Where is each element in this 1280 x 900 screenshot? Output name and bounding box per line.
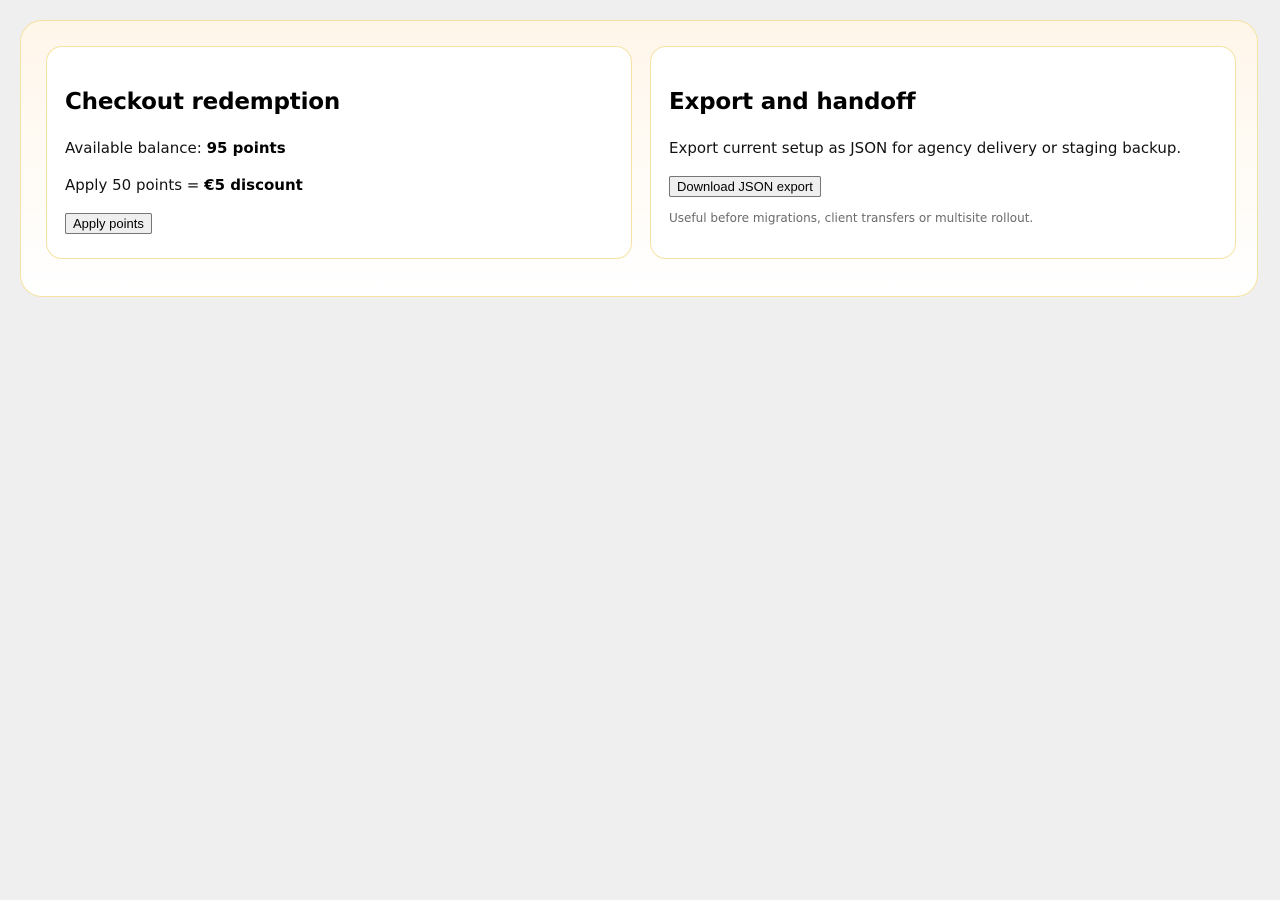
panel-container: Checkout redemption Available balance: 9… [20,20,1258,297]
apply-points-button[interactable]: Apply points [65,213,152,234]
available-balance-label: Available balance: [65,139,202,157]
available-balance-value: 95 points [206,139,286,157]
checkout-redemption-title: Checkout redemption [65,89,341,115]
discount-value: €5 discount [204,176,303,194]
available-balance-row: Available balance: 95 points [65,138,286,158]
export-handoff-title: Export and handoff [669,89,916,115]
export-description: Export current setup as JSON for agency … [669,139,1182,157]
checkout-redemption-card: Checkout redemption Available balance: 9… [46,46,632,259]
download-json-export-button[interactable]: Download JSON export [669,176,821,197]
export-hint: Useful before migrations, client transfe… [669,211,1034,225]
export-handoff-card: Export and handoff Export current setup … [650,46,1236,259]
apply-points-row: Apply 50 points = €5 discount [65,175,303,195]
apply-points-label: Apply 50 points = [65,176,200,194]
